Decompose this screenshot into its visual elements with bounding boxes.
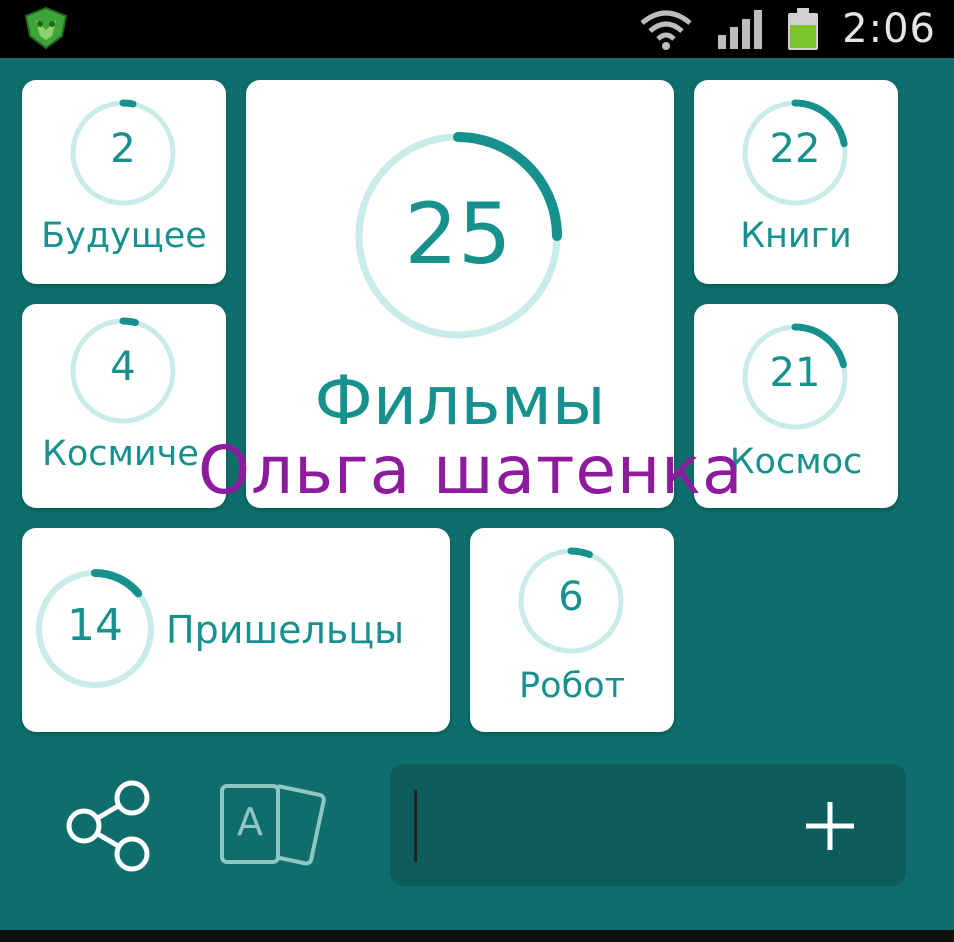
word-input[interactable]	[390, 764, 906, 886]
status-bar: 2:06	[0, 0, 954, 58]
tile-count: 6	[558, 574, 584, 620]
bottom-edge	[0, 930, 954, 942]
wifi-icon	[640, 10, 692, 50]
text-cursor	[414, 790, 417, 862]
tile-robot[interactable]: 6 Робот	[470, 528, 674, 732]
tile-label: Книги	[740, 216, 852, 256]
tile-label: Космиче	[42, 434, 199, 474]
cards-icon[interactable]: A	[214, 776, 326, 868]
tile-count: 25	[404, 185, 512, 283]
tile-count: 21	[769, 350, 821, 396]
watermark-text: Ольга шатенка	[198, 432, 744, 509]
battery-icon	[788, 8, 819, 50]
tile-label: Пришельцы	[166, 608, 405, 652]
tile-label: Фильмы	[314, 362, 606, 441]
cards-letter: A	[237, 800, 263, 844]
tile-kosmicheskiy[interactable]: 4 Космиче	[22, 304, 226, 508]
tile-count: 4	[110, 344, 136, 390]
status-clock: 2:06	[842, 6, 936, 52]
tile-label: Робот	[519, 666, 625, 706]
tile-count: 22	[769, 126, 821, 172]
tile-count: 14	[67, 600, 123, 651]
tile-count: 2	[110, 126, 136, 172]
app-logo-icon	[24, 6, 68, 50]
tile-knigi[interactable]: 22 Книги	[694, 80, 898, 284]
signal-icon	[718, 10, 763, 49]
tile-budushchee[interactable]: 2 Будущее	[22, 80, 226, 284]
tile-label: Будущее	[41, 216, 207, 256]
tile-prishelcy[interactable]: 14 Пришельцы	[22, 528, 450, 732]
plus-icon[interactable]	[802, 798, 858, 854]
share-icon[interactable]	[62, 776, 158, 876]
